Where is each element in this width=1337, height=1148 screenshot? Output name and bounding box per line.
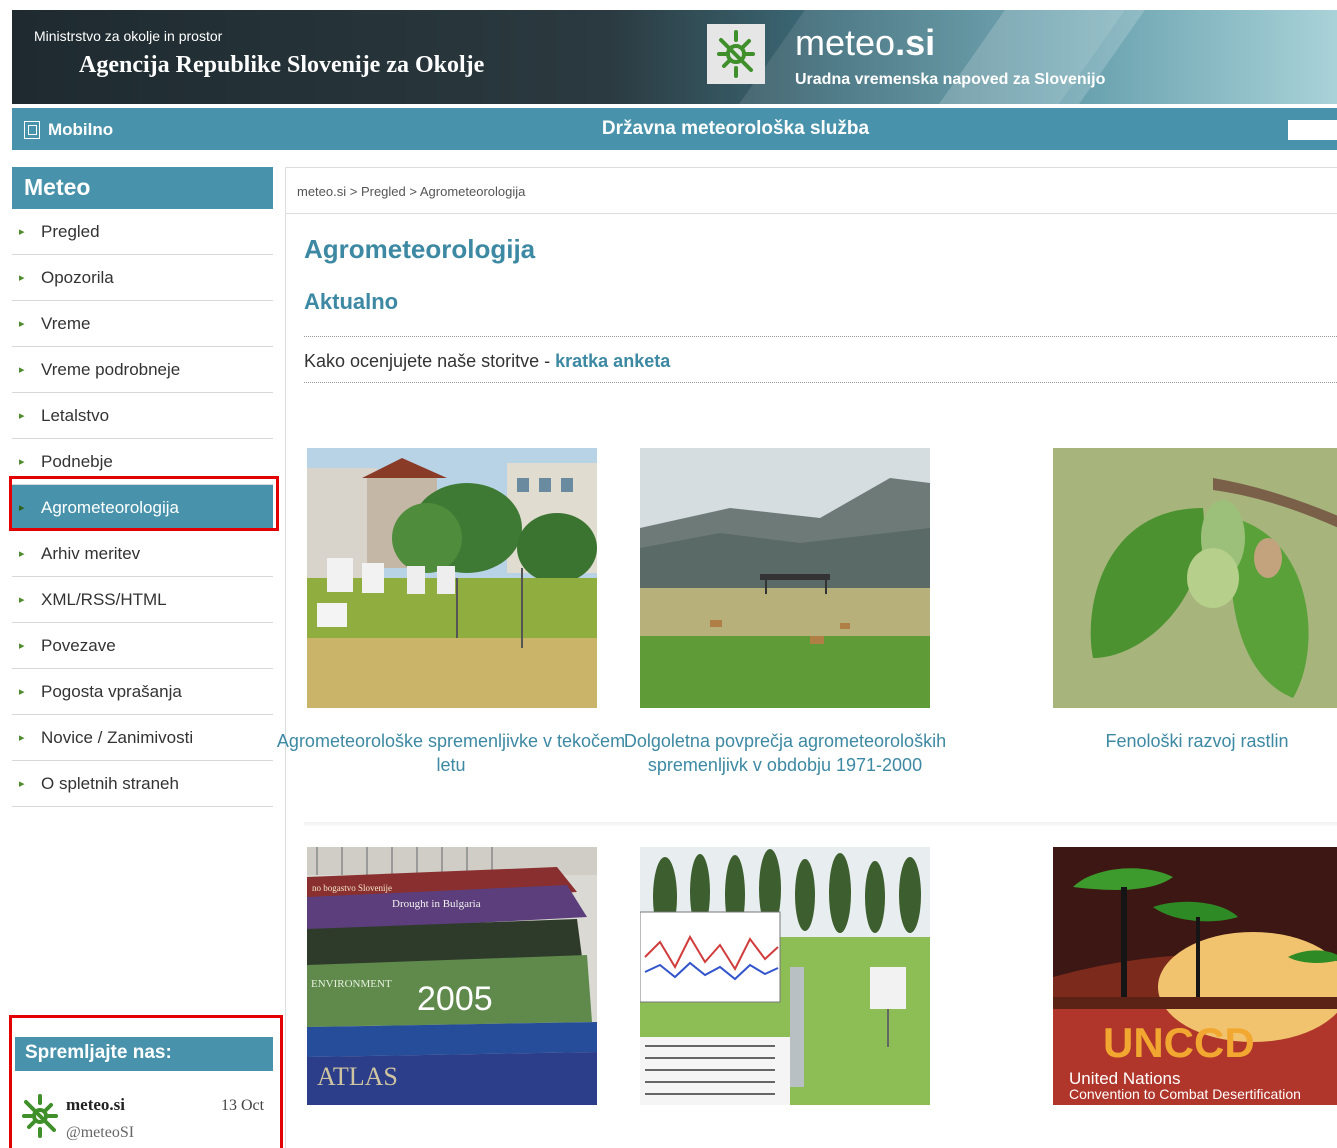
leaf-bud-photo[interactable] xyxy=(1053,448,1337,708)
chevron-right-icon: ▸ xyxy=(19,363,25,376)
poplar-station-photo[interactable] xyxy=(640,847,930,1107)
site-name-domain: .si xyxy=(895,22,936,63)
ministry-label: Ministrstvo za okolje in prostor xyxy=(34,28,223,44)
chevron-right-icon: ▸ xyxy=(19,777,25,790)
field-mountains-photo[interactable] xyxy=(640,448,930,708)
service-title: Državna meteorološka služba xyxy=(601,118,870,139)
sidebar-item[interactable]: ▸ O spletnih straneh xyxy=(12,761,273,807)
sidebar-item-label: Arhiv meritev xyxy=(41,543,141,563)
dotted-divider xyxy=(304,336,1337,337)
site-name-part: meteo xyxy=(795,22,896,63)
chevron-right-icon: ▸ xyxy=(19,225,25,238)
sidebar-item[interactable]: ▸ Vreme podrobneje xyxy=(12,347,273,393)
sidebar-item-label: Vreme xyxy=(41,313,91,333)
book-spine-text: ENVIRONMENT xyxy=(311,978,392,990)
sidebar-item[interactable]: ▸ Pogosta vprašanja xyxy=(12,669,273,715)
sidebar-item[interactable]: ▸ Povezave xyxy=(12,623,273,669)
divider xyxy=(286,213,1337,214)
sidebar-item[interactable]: ▸ Opozorila xyxy=(12,255,273,301)
chevron-right-icon: ▸ xyxy=(19,271,25,284)
book-spine-text: ATLAS xyxy=(317,1062,398,1091)
site-name[interactable]: meteo.si xyxy=(795,22,935,64)
sidebar-item[interactable]: ▸ Pregled xyxy=(12,209,273,255)
logo-caption: Convention to Combat Desertification xyxy=(1069,1086,1301,1102)
sidebar-item-label: Vreme podrobneje xyxy=(41,359,181,379)
service-bar: Mobilno Državna meteorološka služba xyxy=(12,108,1337,150)
follow-us-panel: Spremljajte nas: meteo.si @meteoSI 13 Oc… xyxy=(9,1015,283,1148)
sidebar-item[interactable]: ▸ Letalstvo xyxy=(12,393,273,439)
chevron-right-icon: ▸ xyxy=(19,593,25,606)
logo-text: UNCCD xyxy=(1103,1019,1255,1066)
tile-caption[interactable]: Dolgoletna povprečja agrometeoroloških s… xyxy=(610,729,960,777)
chevron-right-icon: ▸ xyxy=(19,409,25,422)
search-input[interactable] xyxy=(1288,120,1337,140)
sidebar-item-label: Povezave xyxy=(41,635,116,655)
sidebar-item-label: Novice / Zanimivosti xyxy=(41,727,194,747)
site-header: Ministrstvo za okolje in prostor Agencij… xyxy=(12,10,1337,104)
chevron-right-icon: ▸ xyxy=(19,455,25,468)
sidebar-item[interactable]: ▸ Vreme xyxy=(12,301,273,347)
follow-title: Spremljajte nas: xyxy=(15,1037,273,1071)
chevron-right-icon: ▸ xyxy=(19,317,25,330)
page-title: Agrometeorologija xyxy=(304,234,536,264)
dotted-divider xyxy=(304,382,1337,383)
chevron-right-icon: ▸ xyxy=(19,685,25,698)
site-tagline: Uradna vremenska napoved za Slovenijo xyxy=(795,71,1106,88)
breadcrumb[interactable]: meteo.si > Pregled > Agrometeorologija xyxy=(297,184,525,199)
books-stack-photo[interactable]: no bogastvo Slovenije Drought in Bulgari… xyxy=(307,847,597,1107)
survey-text: Kako ocenjujete naše storitve - xyxy=(304,351,556,371)
divider xyxy=(285,167,286,1148)
survey-notice: Kako ocenjujete naše storitve - kratka a… xyxy=(304,351,670,372)
book-spine-text: 2005 xyxy=(417,980,493,1018)
main-content: meteo.si > Pregled > Agrometeorologija A… xyxy=(277,167,1337,1148)
sidebar-item[interactable]: ▸ Novice / Zanimivosti xyxy=(12,715,273,761)
sidebar-item[interactable]: ▸ XML/RSS/HTML xyxy=(12,577,273,623)
sidebar-item-label: Letalstvo xyxy=(41,405,110,425)
section-title: Aktualno xyxy=(304,289,399,314)
chevron-right-icon: ▸ xyxy=(19,639,25,652)
meteo-logo-icon[interactable] xyxy=(707,24,765,84)
unccd-logo[interactable]: UNCCD United Nations Convention to Comba… xyxy=(1053,847,1337,1107)
sidebar-item-label: Podnebje xyxy=(41,451,113,471)
chevron-right-icon: ▸ xyxy=(19,547,25,560)
tile-caption[interactable]: Fenološki razvoj rastlin xyxy=(1022,729,1337,753)
tile-caption[interactable]: Agrometeorološke spremenljivke v tekočem… xyxy=(276,729,626,777)
chevron-right-icon: ▸ xyxy=(19,731,25,744)
sidebar-item-label: O spletnih straneh xyxy=(41,773,179,793)
tweet-author-name[interactable]: meteo.si xyxy=(66,1095,125,1115)
twitter-avatar-icon[interactable] xyxy=(20,1092,60,1138)
divider xyxy=(285,167,1337,168)
sidebar-item-label: XML/RSS/HTML xyxy=(41,589,167,609)
weather-station-photo[interactable] xyxy=(307,448,597,708)
sidebar-item[interactable]: ▸ Arhiv meritev xyxy=(12,531,273,577)
highlight-box-active-item xyxy=(9,476,279,531)
row-separator xyxy=(304,822,1337,826)
sidebar-title: Meteo xyxy=(12,167,273,209)
survey-link[interactable]: kratka anketa xyxy=(555,351,670,371)
book-spine-text: Drought in Bulgaria xyxy=(392,898,481,910)
sidebar-item-label: Pregled xyxy=(41,221,100,241)
sidebar-item-label: Opozorila xyxy=(41,267,114,287)
agency-title[interactable]: Agencija Republike Slovenije za Okolje xyxy=(79,52,484,79)
tweet-author-handle[interactable]: @meteoSI xyxy=(66,1124,134,1142)
sidebar-item-label: Pogosta vprašanja xyxy=(41,681,182,701)
book-spine-text: no bogastvo Slovenije xyxy=(312,883,392,893)
tweet-date[interactable]: 13 Oct xyxy=(221,1097,264,1115)
